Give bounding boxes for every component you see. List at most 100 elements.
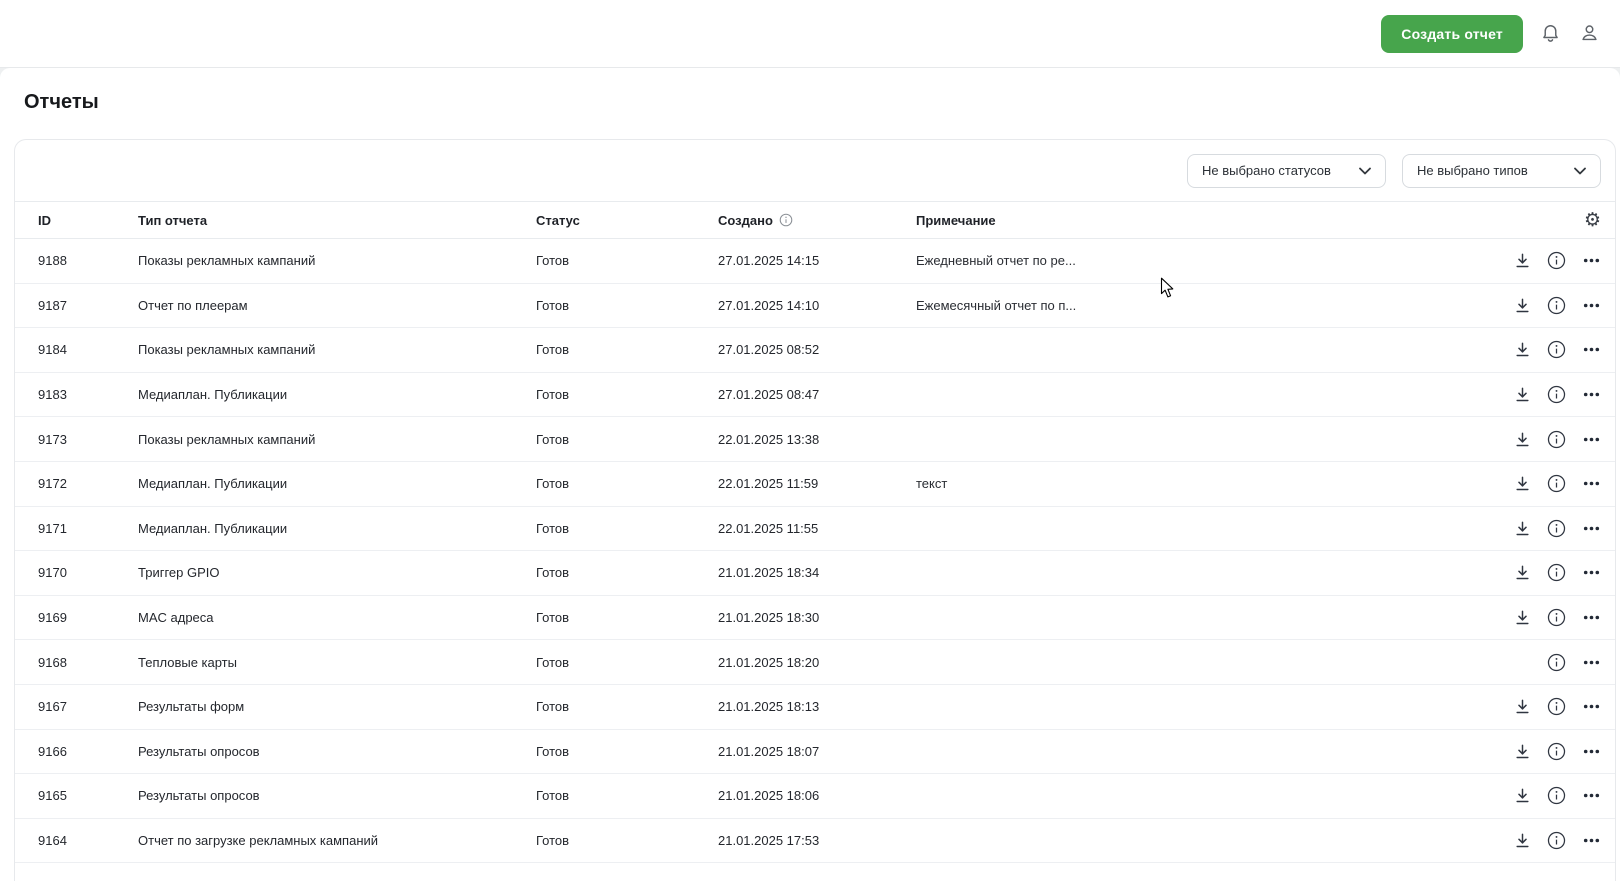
row-menu-icon[interactable] [1582,608,1601,627]
report-status: Готов [536,565,718,580]
chevron-down-icon [1574,167,1586,175]
info-icon[interactable] [1547,742,1566,761]
info-icon[interactable] [1547,385,1566,404]
col-header-id: ID [15,213,138,228]
table-row[interactable]: 9164 Отчет по загрузке рекламных кампани… [15,819,1615,864]
status-filter-dropdown[interactable]: Не выбрано статусов [1187,154,1386,188]
info-icon[interactable] [1547,608,1566,627]
report-note: Ежедневный отчет по ре... [916,253,1435,268]
info-icon[interactable] [1547,653,1566,672]
row-actions [1435,563,1615,582]
row-menu-icon[interactable] [1582,742,1601,761]
row-menu-icon[interactable] [1582,563,1601,582]
report-type: Показы рекламных кампаний [138,342,536,357]
row-actions [1435,608,1615,627]
report-note: Ежемесячный отчет по п... [916,298,1435,313]
report-created: 27.01.2025 14:10 [718,298,916,313]
table-settings-gear-icon[interactable]: ⚙ [1584,211,1601,230]
info-icon[interactable] [1547,563,1566,582]
report-created: 21.01.2025 18:07 [718,744,916,759]
report-status: Готов [536,387,718,402]
type-filter-dropdown[interactable]: Не выбрано типов [1402,154,1601,188]
report-created: 21.01.2025 18:13 [718,699,916,714]
report-status: Готов [536,342,718,357]
row-menu-icon[interactable] [1582,474,1601,493]
table-row[interactable]: 9173 Показы рекламных кампаний Готов 22.… [15,417,1615,462]
row-menu-icon[interactable] [1582,251,1601,270]
row-actions [1435,697,1615,716]
download-icon[interactable] [1514,698,1531,715]
bell-icon[interactable] [1538,22,1562,46]
report-created: 21.01.2025 18:20 [718,655,916,670]
report-type: Тепловые карты [138,655,536,670]
report-id: 9167 [15,699,138,714]
row-menu-icon[interactable] [1582,831,1601,850]
info-icon[interactable] [1547,340,1566,359]
table-row[interactable]: 9168 Тепловые карты Готов 21.01.2025 18:… [15,640,1615,685]
download-icon[interactable] [1514,564,1531,581]
row-actions [1435,296,1615,315]
table-row[interactable]: 9171 Медиаплан. Публикации Готов 22.01.2… [15,507,1615,552]
download-icon[interactable] [1514,252,1531,269]
table-row[interactable]: 9183 Медиаплан. Публикации Готов 27.01.2… [15,373,1615,418]
row-menu-icon[interactable] [1582,430,1601,449]
info-icon[interactable] [1547,697,1566,716]
table-row[interactable]: 9170 Триггер GPIO Готов 21.01.2025 18:34 [15,551,1615,596]
row-actions [1435,474,1615,493]
table-row[interactable]: 9166 Результаты опросов Готов 21.01.2025… [15,730,1615,775]
info-icon[interactable] [1547,831,1566,850]
table-row[interactable]: 9165 Результаты опросов Готов 21.01.2025… [15,774,1615,819]
created-info-icon[interactable] [779,213,793,227]
report-type: Результаты опросов [138,744,536,759]
table-row[interactable]: 9187 Отчет по плеерам Готов 27.01.2025 1… [15,284,1615,329]
report-type: Медиаплан. Публикации [138,521,536,536]
download-icon[interactable] [1514,431,1531,448]
reports-card: Не выбрано статусов Не выбрано типов ID … [14,139,1616,881]
report-id: 9187 [15,298,138,313]
table-body: 9188 Показы рекламных кампаний Готов 27.… [15,239,1615,863]
table-row[interactable]: 9172 Медиаплан. Публикации Готов 22.01.2… [15,462,1615,507]
row-menu-icon[interactable] [1582,296,1601,315]
create-report-button[interactable]: Создать отчет [1381,15,1523,53]
info-icon[interactable] [1547,430,1566,449]
report-created: 22.01.2025 11:59 [718,476,916,491]
row-actions [1435,653,1615,672]
row-menu-icon[interactable] [1582,519,1601,538]
report-id: 9170 [15,565,138,580]
info-icon[interactable] [1547,251,1566,270]
row-menu-icon[interactable] [1582,385,1601,404]
row-menu-icon[interactable] [1582,340,1601,359]
table-row[interactable]: 9167 Результаты форм Готов 21.01.2025 18… [15,685,1615,730]
download-icon[interactable] [1514,520,1531,537]
topbar: Создать отчет [0,0,1620,68]
table-row[interactable]: 9188 Показы рекламных кампаний Готов 27.… [15,239,1615,284]
report-created: 27.01.2025 08:52 [718,342,916,357]
table-row[interactable]: 9184 Показы рекламных кампаний Готов 27.… [15,328,1615,373]
report-created: 27.01.2025 14:15 [718,253,916,268]
download-icon[interactable] [1514,475,1531,492]
report-type: Результаты опросов [138,788,536,803]
user-icon[interactable] [1577,22,1601,46]
report-id: 9165 [15,788,138,803]
download-icon[interactable] [1514,832,1531,849]
download-icon[interactable] [1514,609,1531,626]
info-icon[interactable] [1547,474,1566,493]
download-icon[interactable] [1514,297,1531,314]
info-icon[interactable] [1547,519,1566,538]
row-menu-icon[interactable] [1582,786,1601,805]
report-type: Показы рекламных кампаний [138,253,536,268]
info-icon[interactable] [1547,786,1566,805]
row-actions [1435,251,1615,270]
row-menu-icon[interactable] [1582,653,1601,672]
info-icon[interactable] [1547,296,1566,315]
download-icon[interactable] [1514,743,1531,760]
download-icon[interactable] [1514,787,1531,804]
download-icon[interactable] [1514,386,1531,403]
row-actions [1435,385,1615,404]
download-icon[interactable] [1514,341,1531,358]
report-id: 9173 [15,432,138,447]
row-menu-icon[interactable] [1582,697,1601,716]
report-created: 21.01.2025 18:30 [718,610,916,625]
table-row[interactable]: 9169 MAC адреса Готов 21.01.2025 18:30 [15,596,1615,641]
report-type: MAC адреса [138,610,536,625]
